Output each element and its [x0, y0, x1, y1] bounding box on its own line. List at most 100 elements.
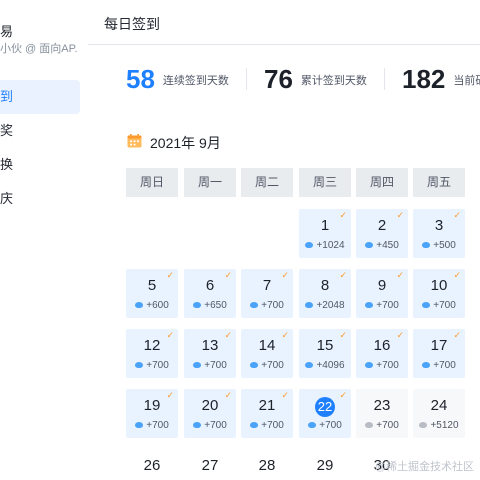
day-points: +700 — [184, 420, 236, 431]
calendar-day-23[interactable]: 23 +700 — [356, 389, 408, 438]
watermark: @稀土掘金技术社区 — [374, 461, 474, 473]
calendar-day-7[interactable]: 7 +700 ✓ — [241, 269, 293, 318]
calendar-day-29[interactable]: 29 — [299, 449, 351, 480]
day-points: +650 — [184, 300, 236, 311]
ore-icon — [365, 422, 374, 428]
page-title: 每日签到 — [104, 16, 160, 32]
month-title: 2021年 9月 — [150, 135, 221, 151]
checked-icon: ✓ — [224, 330, 232, 340]
calendar-day-1[interactable]: 1 +1024 ✓ — [299, 209, 351, 258]
day-points: +700 — [356, 420, 408, 431]
calendar-day-20[interactable]: 20 +700 ✓ — [184, 389, 236, 438]
day-points: +700 — [126, 420, 178, 431]
day-number: 27 — [201, 457, 219, 474]
sidebar-item-exchange[interactable]: 换 — [0, 148, 80, 182]
checked-icon: ✓ — [339, 330, 347, 340]
main-panel: 每日签到 58 连续签到天数 76 累计签到天数 182 当前矿 2021年 9月 周… — [88, 0, 480, 480]
calendar-day-24[interactable]: 24 +5120 — [413, 389, 465, 438]
checked-icon: ✓ — [166, 390, 174, 400]
stat-streak: 58 连续签到天数 — [126, 64, 229, 95]
day-points: +5120 — [413, 420, 465, 431]
day-points: +700 — [356, 300, 408, 311]
stat-divider — [246, 68, 247, 90]
calendar-day-15[interactable]: 15 +4096 ✓ — [299, 329, 351, 378]
ore-icon — [305, 242, 314, 248]
ore-icon — [422, 362, 431, 368]
calendar-day-10[interactable]: 10 +700 ✓ — [413, 269, 465, 318]
weekday-header: 周一 — [184, 168, 236, 197]
day-number: 26 — [143, 457, 161, 474]
sidebar-item-celebrate[interactable]: 庆 — [0, 182, 80, 216]
day-points: +700 — [413, 300, 465, 311]
calendar-day-17[interactable]: 17 +700 ✓ — [413, 329, 465, 378]
ore-icon — [305, 302, 314, 308]
calendar-day-27[interactable]: 27 — [184, 449, 236, 480]
stat-label: 连续签到天数 — [162, 74, 229, 87]
weekday-header: 周二 — [241, 168, 293, 197]
stat-label: 累计签到天数 — [300, 74, 367, 87]
calendar-icon — [127, 134, 142, 148]
day-points: +700 — [356, 360, 408, 371]
ore-icon — [250, 422, 259, 428]
checked-icon: ✓ — [339, 270, 347, 280]
weekday-header: 周四 — [356, 168, 408, 197]
day-points: +2048 — [299, 300, 351, 311]
user-description: 小伙 @ 面向AP. — [0, 43, 78, 55]
day-number: 29 — [316, 457, 334, 474]
checked-icon: ✓ — [224, 390, 232, 400]
checked-icon: ✓ — [396, 330, 404, 340]
ore-icon — [250, 302, 259, 308]
checked-icon: ✓ — [396, 270, 404, 280]
calendar-day-2[interactable]: 2 +450 ✓ — [356, 209, 408, 258]
calendar-day-19[interactable]: 19 +700 ✓ — [126, 389, 178, 438]
checked-icon: ✓ — [281, 270, 289, 280]
calendar-day-5[interactable]: 5 +600 ✓ — [126, 269, 178, 318]
today-marker: 22 — [315, 397, 335, 417]
calendar-day-13[interactable]: 13 +700 ✓ — [184, 329, 236, 378]
calendar-day-14[interactable]: 14 +700 ✓ — [241, 329, 293, 378]
sidebar-item-lottery[interactable]: 奖 — [0, 114, 80, 148]
day-points: +700 — [241, 360, 293, 371]
day-points: +1024 — [299, 240, 351, 251]
checked-icon: ✓ — [339, 390, 347, 400]
calendar-day-3[interactable]: 3 +500 ✓ — [413, 209, 465, 258]
ore-icon — [422, 302, 431, 308]
calendar-day-9[interactable]: 9 +700 ✓ — [356, 269, 408, 318]
checked-icon: ✓ — [339, 210, 347, 220]
sidebar-item-label: 换 — [0, 157, 14, 172]
ore-icon — [365, 362, 374, 368]
day-points: +700 — [241, 300, 293, 311]
checked-icon: ✓ — [224, 270, 232, 280]
calendar-day-16[interactable]: 16 +700 ✓ — [356, 329, 408, 378]
stat-label: 当前矿 — [453, 74, 480, 87]
checked-icon: ✓ — [453, 270, 461, 280]
stat-value: 76 — [264, 64, 293, 94]
sidebar-item-label: 庆 — [0, 191, 14, 206]
day-points: +700 — [241, 420, 293, 431]
sidebar-item-label: 奖 — [0, 123, 14, 138]
calendar-day-22[interactable]: 22 +700 ✓ — [299, 389, 351, 438]
day-number: 28 — [258, 457, 276, 474]
ore-icon — [135, 422, 144, 428]
ore-icon — [193, 302, 202, 308]
header-divider — [88, 44, 480, 45]
ore-icon — [135, 302, 144, 308]
ore-icon — [193, 422, 202, 428]
ore-icon — [250, 362, 259, 368]
stat-divider — [384, 68, 385, 90]
calendar-day-26[interactable]: 26 — [126, 449, 178, 480]
ore-icon — [135, 362, 144, 368]
calendar-day-12[interactable]: 12 +700 ✓ — [126, 329, 178, 378]
day-points: +700 — [413, 360, 465, 371]
sidebar: 易 小伙 @ 面向AP. 到 奖 换 庆 — [0, 0, 88, 480]
day-points: +600 — [126, 300, 178, 311]
calendar-day-21[interactable]: 21 +700 ✓ — [241, 389, 293, 438]
checked-icon: ✓ — [396, 210, 404, 220]
day-points: +700 — [299, 420, 351, 431]
checked-icon: ✓ — [453, 330, 461, 340]
calendar-day-6[interactable]: 6 +650 ✓ — [184, 269, 236, 318]
ore-icon — [422, 242, 431, 248]
sidebar-item-signin[interactable]: 到 — [0, 80, 80, 114]
calendar-day-8[interactable]: 8 +2048 ✓ — [299, 269, 351, 318]
calendar-day-28[interactable]: 28 — [241, 449, 293, 480]
